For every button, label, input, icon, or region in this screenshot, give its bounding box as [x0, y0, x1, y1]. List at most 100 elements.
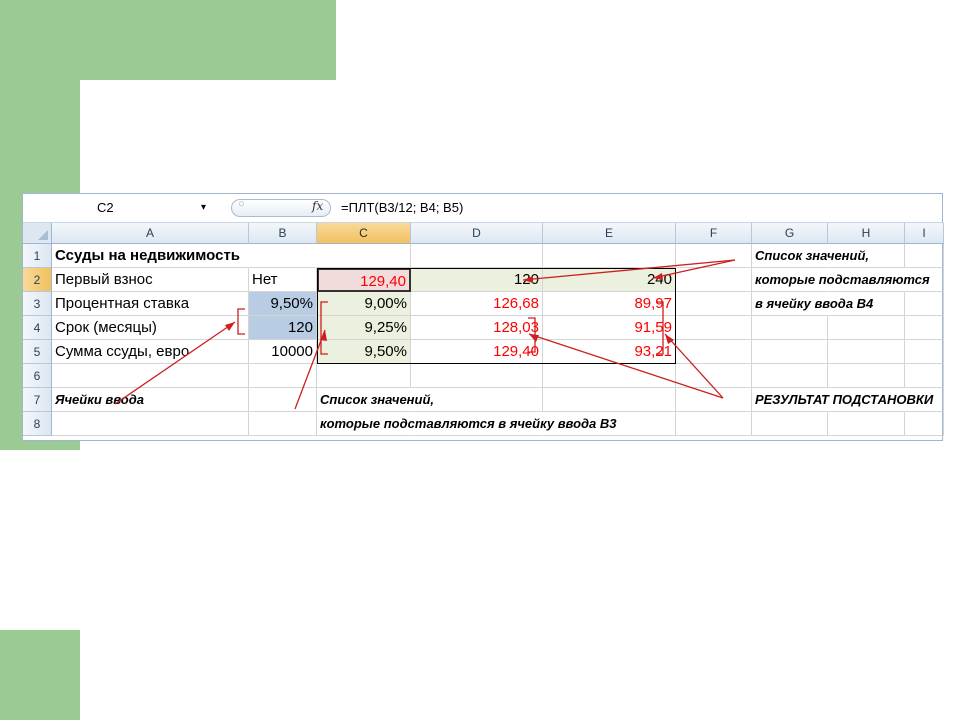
cell-f3[interactable] — [676, 292, 752, 316]
cell-g4[interactable] — [752, 316, 828, 340]
cell-b7[interactable] — [249, 388, 317, 412]
cell-i6[interactable] — [905, 364, 944, 388]
spreadsheet-screenshot: C2 ▾ ○ fx =ПЛТ(B3/12; B4; B5) A B C D E … — [22, 193, 944, 441]
cell-f5[interactable] — [676, 340, 752, 364]
column-header-a[interactable]: A — [52, 223, 249, 244]
cell-g6[interactable] — [752, 364, 828, 388]
cell-f2[interactable] — [676, 268, 752, 292]
cell-e7[interactable] — [543, 388, 676, 412]
cell-d5[interactable]: 129,40 — [411, 340, 543, 364]
slide-decoration-bottom — [0, 630, 80, 720]
cell-g5[interactable] — [752, 340, 828, 364]
cell-c8[interactable]: которые подставляются в ячейку ввода B3 — [317, 412, 617, 436]
cell-d7[interactable] — [411, 388, 543, 412]
cell-c2-formula[interactable]: 129,40 — [317, 268, 411, 292]
cell-h2[interactable] — [828, 268, 905, 292]
cell-b3-input[interactable]: 9,50% — [249, 292, 317, 316]
cell-f7[interactable] — [676, 388, 752, 412]
column-header-h[interactable]: H — [828, 223, 905, 244]
select-all-corner[interactable] — [23, 223, 52, 244]
cell-h8[interactable] — [828, 412, 905, 436]
cell-g2[interactable]: которые подставляются — [752, 268, 930, 292]
cell-e4[interactable]: 91,59 — [543, 316, 676, 340]
cell-a4[interactable]: Срок (месяцы) — [52, 316, 249, 340]
cell-g8[interactable] — [752, 412, 828, 436]
column-header-i[interactable]: I — [905, 223, 944, 244]
cell-i3[interactable] — [905, 292, 944, 316]
name-box[interactable]: C2 ▾ — [25, 198, 233, 218]
column-header-d[interactable]: D — [411, 223, 543, 244]
cell-e8[interactable] — [543, 412, 676, 436]
row-header-8[interactable]: 8 — [23, 412, 52, 436]
cell-c3[interactable]: 9,00% — [317, 292, 411, 316]
cell-i5[interactable] — [905, 340, 944, 364]
cell-c4[interactable]: 9,25% — [317, 316, 411, 340]
cell-h1[interactable] — [828, 244, 905, 268]
cell-e6[interactable] — [543, 364, 676, 388]
cell-d8[interactable] — [411, 412, 543, 436]
column-header-g[interactable]: G — [752, 223, 828, 244]
cell-b8[interactable] — [249, 412, 317, 436]
chevron-down-icon[interactable]: ▾ — [201, 198, 206, 218]
resize-handle-icon[interactable]: ○ — [238, 198, 245, 210]
cell-d2[interactable]: 120 — [411, 268, 543, 292]
cell-h4[interactable] — [828, 316, 905, 340]
cell-b2[interactable]: Нет — [249, 268, 317, 292]
row-header-4[interactable]: 4 — [23, 316, 52, 340]
cell-c1[interactable] — [317, 244, 411, 268]
cell-h7[interactable] — [828, 388, 905, 412]
row-header-1[interactable]: 1 — [23, 244, 52, 268]
formula-input[interactable]: =ПЛТ(B3/12; B4; B5) — [341, 198, 463, 218]
cell-a8[interactable] — [52, 412, 249, 436]
cell-d6[interactable] — [411, 364, 543, 388]
column-header-c[interactable]: C — [317, 223, 411, 244]
cell-h5[interactable] — [828, 340, 905, 364]
cell-b5[interactable]: 10000 — [249, 340, 317, 364]
cell-d3[interactable]: 126,68 — [411, 292, 543, 316]
cell-h3[interactable] — [828, 292, 905, 316]
cell-a1[interactable]: Ссуды на недвижимость — [52, 244, 249, 268]
slide-decoration-top — [0, 0, 336, 80]
cell-e3[interactable]: 89,97 — [543, 292, 676, 316]
cell-e2[interactable]: 240 — [543, 268, 676, 292]
cell-a7[interactable]: Ячейки ввода — [52, 388, 249, 412]
formula-bar-divider: ○ fx — [231, 198, 331, 217]
cell-e5[interactable]: 93,21 — [543, 340, 676, 364]
cell-f6[interactable] — [676, 364, 752, 388]
cell-a5[interactable]: Сумма ссуды, евро — [52, 340, 249, 364]
cell-i7[interactable] — [905, 388, 944, 412]
cell-b6[interactable] — [249, 364, 317, 388]
cell-b1[interactable] — [249, 244, 317, 268]
column-header-b[interactable]: B — [249, 223, 317, 244]
column-header-e[interactable]: E — [543, 223, 676, 244]
cell-d1[interactable] — [411, 244, 543, 268]
cell-g1[interactable]: Список значений, — [752, 244, 869, 268]
insert-function-icon[interactable]: fx — [312, 199, 323, 213]
cell-g7[interactable]: РЕЗУЛЬТАТ ПОДСТАНОВКИ — [752, 388, 933, 412]
name-box-value: C2 — [97, 200, 114, 215]
row-header-5[interactable]: 5 — [23, 340, 52, 364]
row-header-7[interactable]: 7 — [23, 388, 52, 412]
cell-i4[interactable] — [905, 316, 944, 340]
column-header-f[interactable]: F — [676, 223, 752, 244]
row-header-6[interactable]: 6 — [23, 364, 52, 388]
cell-f8[interactable] — [676, 412, 752, 436]
cell-i2[interactable] — [905, 268, 944, 292]
cell-a6[interactable] — [52, 364, 249, 388]
cell-d4[interactable]: 128,03 — [411, 316, 543, 340]
cell-f4[interactable] — [676, 316, 752, 340]
cell-c7[interactable]: Список значений, — [317, 388, 434, 412]
cell-e1[interactable] — [543, 244, 676, 268]
row-header-3[interactable]: 3 — [23, 292, 52, 316]
cell-i8[interactable] — [905, 412, 944, 436]
row-header-2[interactable]: 2 — [23, 268, 52, 292]
cell-f1[interactable] — [676, 244, 752, 268]
cell-c5[interactable]: 9,50% — [317, 340, 411, 364]
cell-c6[interactable] — [317, 364, 411, 388]
cell-i1[interactable] — [905, 244, 944, 268]
cell-h6[interactable] — [828, 364, 905, 388]
cell-a2[interactable]: Первый взнос — [52, 268, 249, 292]
cell-a3[interactable]: Процентная ставка — [52, 292, 249, 316]
cell-g3[interactable]: в ячейку ввода B4 — [752, 292, 873, 316]
cell-b4-input[interactable]: 120 — [249, 316, 317, 340]
